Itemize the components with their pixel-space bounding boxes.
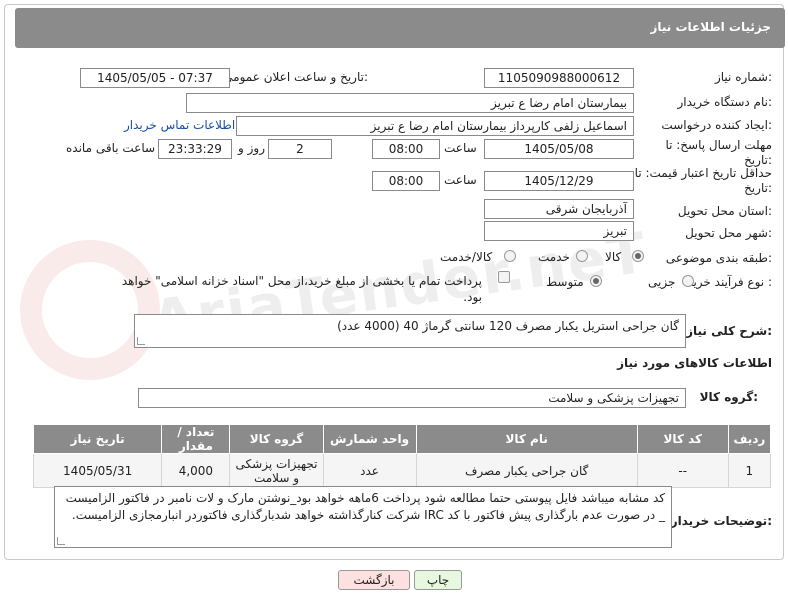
days-field: 2 bbox=[268, 139, 332, 159]
description-textarea[interactable]: گان جراحی استریل یکبار مصرف 120 سانتی گر… bbox=[134, 314, 686, 348]
deadline-time-field: 08:00 bbox=[372, 139, 440, 159]
purchase-medium-label: متوسط bbox=[546, 275, 584, 289]
city-field: تبریز bbox=[484, 221, 634, 241]
city-label: شهر محل تحویل: bbox=[685, 226, 772, 240]
print-button[interactable]: چاپ bbox=[414, 570, 462, 590]
resize-grip-icon[interactable] bbox=[137, 337, 145, 345]
items-table: ردیف کد کالا نام کالا واحد شمارش گروه کا… bbox=[32, 424, 772, 488]
th-group: گروه کالا bbox=[229, 424, 324, 454]
buyer-org-label: نام دستگاه خریدار: bbox=[677, 95, 773, 109]
category-goods-service-radio[interactable] bbox=[504, 250, 516, 262]
buyer-notes-label: توضیحات خریدار: bbox=[670, 514, 772, 528]
deadline-date-field: 1405/05/08 bbox=[484, 139, 634, 159]
panel-header: جزئیات اطلاعات نیاز bbox=[15, 8, 785, 48]
resize-grip-icon[interactable] bbox=[57, 537, 65, 545]
days-label: روز و bbox=[238, 141, 265, 155]
category-service-label: خدمت bbox=[538, 250, 570, 264]
buyer-org-field: بیمارستان امام رضا ع تبریز bbox=[186, 93, 634, 113]
price-validity-time-field: 08:00 bbox=[372, 171, 440, 191]
goods-info-title: اطلاعات کالاهای مورد نیاز bbox=[617, 356, 772, 370]
province-label: استان محل تحویل: bbox=[677, 204, 772, 218]
creator-label: ایجاد کننده درخواست: bbox=[661, 118, 772, 132]
buyer-notes-textarea[interactable]: کد مشابه میباشد فایل پیوستی حتما مطالعه … bbox=[54, 486, 672, 548]
price-validity-label: حداقل تاریخ اعتبار قیمت: تا تاریخ: bbox=[634, 166, 772, 195]
goods-group-field: تجهیزات پزشکی و سلامت bbox=[138, 388, 686, 408]
buyer-contact-link[interactable]: اطلاعات تماس خریدار bbox=[124, 118, 235, 132]
goods-group-label: گروه کالا: bbox=[699, 390, 758, 404]
back-button[interactable]: بازگشت bbox=[338, 570, 410, 590]
cell-date: 1405/05/31 bbox=[32, 453, 163, 488]
province-field: آذربایجان شرقی bbox=[484, 199, 634, 219]
cell-group: تجهیزات پزشکی و سلامت bbox=[229, 453, 324, 488]
cell-code: -- bbox=[636, 453, 729, 488]
category-goods-radio[interactable] bbox=[632, 250, 644, 262]
need-number-field: 1105090988000612 bbox=[484, 68, 634, 88]
th-name: نام کالا bbox=[415, 424, 638, 454]
announce-label: تاریخ و ساعت اعلان عمومی: bbox=[223, 70, 368, 84]
price-validity-hour-label: ساعت bbox=[444, 173, 477, 187]
purchase-type-label: نوع فرآیند خرید : bbox=[687, 275, 772, 289]
th-date: تاریخ نیاز bbox=[32, 424, 163, 454]
th-code: کد کالا bbox=[636, 424, 729, 454]
need-number-label: شماره نیاز: bbox=[714, 70, 772, 84]
remaining-time-field: 23:33:29 bbox=[158, 139, 232, 159]
th-qty: تعداد / مقدار bbox=[161, 424, 231, 454]
cell-unit: عدد bbox=[322, 453, 417, 488]
category-goods-label: کالا bbox=[605, 250, 622, 264]
buyer-notes-text: کد مشابه میباشد فایل پیوستی حتما مطالعه … bbox=[65, 491, 665, 522]
table-header-row: ردیف کد کالا نام کالا واحد شمارش گروه کا… bbox=[32, 424, 772, 454]
creator-field: اسماعیل زلفی کارپرداز بیمارستان امام رضا… bbox=[236, 116, 634, 136]
th-unit: واحد شمارش bbox=[322, 424, 417, 454]
deadline-hour-label: ساعت bbox=[444, 141, 477, 155]
cell-name: گان جراحی یکبار مصرف bbox=[415, 453, 638, 488]
purchase-minor-radio[interactable] bbox=[682, 275, 694, 287]
treasury-payment-checkbox[interactable] bbox=[498, 271, 510, 283]
deadline-label: مهلت ارسال پاسخ: تا تاریخ: bbox=[665, 138, 772, 167]
purchase-minor-label: جزیی bbox=[648, 275, 676, 289]
purchase-medium-radio[interactable] bbox=[590, 275, 602, 287]
description-text: گان جراحی استریل یکبار مصرف 120 سانتی گر… bbox=[337, 319, 679, 333]
th-row: ردیف bbox=[727, 424, 772, 454]
description-label: شرح کلی نیاز: bbox=[686, 324, 772, 338]
table-row: 1 -- گان جراحی یکبار مصرف عدد تجهیزات پز… bbox=[32, 453, 772, 488]
announce-field: 1405/05/05 - 07:37 bbox=[80, 68, 230, 88]
category-label: طبقه بندی موضوعی: bbox=[665, 251, 772, 265]
panel-title: جزئیات اطلاعات نیاز bbox=[650, 20, 771, 34]
cell-qty: 4,000 bbox=[161, 453, 231, 488]
category-service-radio[interactable] bbox=[576, 250, 588, 262]
treasury-payment-note: پرداخت تمام یا بخشی از مبلغ خرید،از محل … bbox=[121, 274, 482, 304]
cell-row: 1 bbox=[727, 453, 772, 488]
remaining-label: ساعت باقی مانده bbox=[66, 141, 156, 155]
price-validity-date-field: 1405/12/29 bbox=[484, 171, 634, 191]
category-goods-service-label: کالا/خدمت bbox=[440, 250, 493, 264]
